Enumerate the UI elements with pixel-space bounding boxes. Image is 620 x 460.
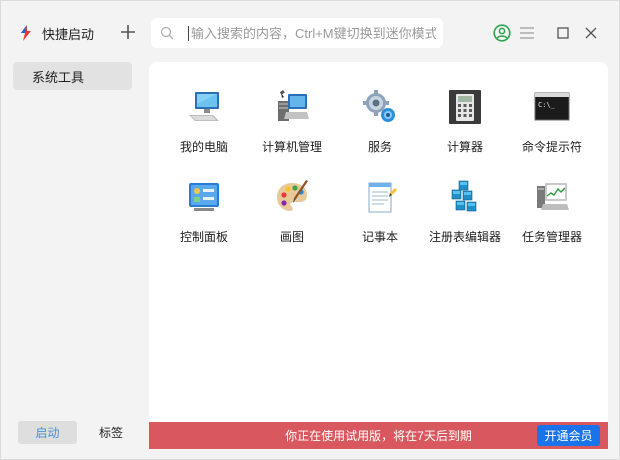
- add-button[interactable]: [118, 22, 138, 42]
- menu-icon: [520, 27, 534, 39]
- task-manager-icon: [537, 183, 569, 210]
- tool-command-prompt[interactable]: C:\_ 命令提示符: [507, 89, 597, 165]
- tool-computer-management[interactable]: 计算机管理: [247, 89, 337, 165]
- tab-tags-label: 标签: [98, 426, 123, 440]
- tool-label: 记事本: [361, 230, 398, 244]
- sidebar-item-label: 系统工具: [32, 69, 85, 85]
- tool-services[interactable]: 服务: [335, 89, 425, 165]
- tool-label: 命令提示符: [521, 140, 582, 154]
- close-icon: [585, 27, 597, 39]
- tool-label: 服务: [367, 140, 392, 154]
- app-name: 快捷启动: [42, 26, 95, 42]
- search-icon: [160, 26, 174, 40]
- plus-icon: [121, 25, 135, 39]
- search-box[interactable]: [151, 18, 443, 48]
- control-panel-icon: [189, 183, 219, 211]
- tab-tags[interactable]: 标签: [85, 421, 137, 444]
- tool-registry-editor[interactable]: 注册表编辑器: [420, 179, 510, 255]
- user-icon: [493, 24, 511, 42]
- app-logo-icon: [21, 25, 31, 41]
- open-membership-button[interactable]: 开通会员: [537, 425, 600, 446]
- maximize-icon: [557, 27, 569, 39]
- tool-label: 控制面板: [179, 230, 228, 244]
- tab-launch[interactable]: 启动: [18, 421, 77, 444]
- user-account-button[interactable]: [492, 23, 512, 43]
- sidebar-item-system-tools[interactable]: 系统工具: [13, 62, 132, 90]
- tool-label: 计算机管理: [261, 140, 322, 154]
- open-membership-label: 开通会员: [544, 429, 593, 443]
- tool-control-panel[interactable]: 控制面板: [159, 179, 249, 255]
- command-prompt-icon: C:\_: [534, 92, 570, 121]
- services-gears-icon: [363, 90, 395, 122]
- tool-calculator[interactable]: 计算器: [420, 89, 510, 165]
- tool-label: 画图: [279, 230, 304, 244]
- tools-panel: 我的电脑 计算机管理 服务 计算器 C:\_ 命令提示符 控制面板 画图 记事本…: [149, 62, 608, 422]
- tool-label: 注册表编辑器: [428, 230, 501, 244]
- computer-icon: [189, 92, 219, 121]
- tool-label: 我的电脑: [179, 140, 228, 154]
- app-title: 快捷启动: [18, 23, 94, 43]
- registry-editor-icon: [451, 180, 477, 212]
- tool-task-manager[interactable]: 任务管理器: [507, 179, 597, 255]
- computer-management-icon: [278, 90, 309, 121]
- trial-banner-text: 你正在使用试用版，将在7天后到期: [285, 429, 472, 443]
- tool-paint[interactable]: 画图: [247, 179, 337, 255]
- close-button[interactable]: [581, 23, 601, 43]
- tab-launch-label: 启动: [35, 426, 60, 440]
- search-input[interactable]: [188, 25, 436, 41]
- tool-my-computer[interactable]: 我的电脑: [159, 89, 249, 165]
- tool-label: 计算器: [446, 140, 483, 154]
- tool-notepad[interactable]: 记事本: [335, 179, 425, 255]
- app-window: 快捷启动 系统工具: [0, 0, 620, 460]
- notepad-icon: [368, 182, 397, 213]
- paint-palette-icon: [277, 180, 308, 211]
- svg-text:C:\_: C:\_: [538, 101, 556, 109]
- maximize-button[interactable]: [553, 23, 573, 43]
- menu-button[interactable]: [517, 23, 537, 43]
- tool-label: 任务管理器: [521, 230, 582, 244]
- calculator-icon: [449, 90, 481, 124]
